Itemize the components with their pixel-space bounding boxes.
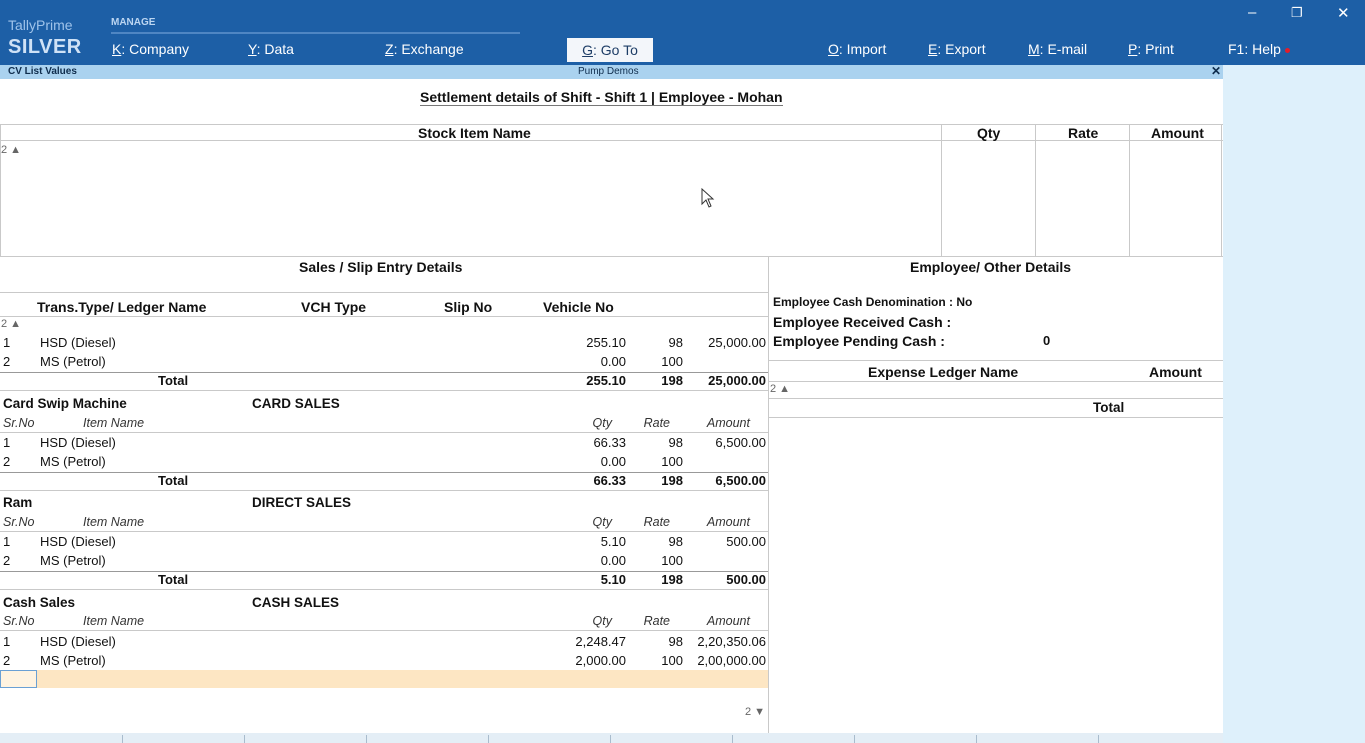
entry-input[interactable]: [0, 670, 37, 688]
minimize-icon[interactable]: –: [1248, 4, 1256, 21]
top-menu-bar: TallyPrime SILVER MANAGE K: Company Y: D…: [0, 0, 1365, 65]
vch-type: DIRECT SALES: [252, 495, 352, 510]
menu-data[interactable]: Y: Data: [248, 41, 294, 57]
ledger-name: Card Swip Machine: [3, 396, 127, 411]
ledger-name: Cash Sales: [3, 595, 76, 610]
col-rate: Rate: [643, 515, 670, 529]
col-vehicle-no: Vehicle No: [543, 299, 614, 315]
col-qty: Qty: [592, 416, 612, 430]
menu-export[interactable]: E: Export: [928, 41, 986, 57]
col-item-name: Item Name: [83, 614, 145, 628]
scroll-up-indicator: 2 ▲: [1, 318, 22, 330]
col-rate: Rate: [643, 416, 670, 430]
stock-header-qty: Qty: [977, 125, 1001, 141]
page-title: Settlement details of Shift - Shift 1 | …: [420, 89, 783, 106]
expense-header-amount: Amount: [1149, 364, 1202, 380]
col-ledger-name: Trans.Type/ Ledger Name: [37, 299, 207, 315]
pending-cash-label: Employee Pending Cash :: [773, 333, 945, 349]
expense-total-label: Total: [1093, 400, 1125, 415]
col-amount: Amount: [706, 416, 750, 430]
report-name: CV List Values: [8, 66, 77, 77]
brand-edition: SILVER: [8, 36, 82, 58]
vch-type: CARD SALES: [252, 396, 340, 411]
col-qty: Qty: [592, 614, 612, 628]
scroll-down-indicator: 2 ▼: [745, 706, 766, 718]
employee-section-title: Employee/ Other Details: [910, 259, 1072, 275]
menu-import[interactable]: O: Import: [828, 41, 886, 57]
col-qty: Qty: [592, 515, 612, 529]
bottom-button-bar: [0, 733, 1223, 743]
col-sr-no: Sr.No: [3, 416, 35, 430]
manage-label: MANAGE: [111, 17, 156, 28]
vch-type: CASH SALES: [252, 595, 340, 610]
ledger-name: Ram: [3, 495, 33, 510]
company-name: Pump Demos: [578, 66, 639, 77]
close-icon[interactable]: ✕: [1337, 4, 1350, 22]
goto-button[interactable]: G: Go To: [567, 38, 653, 62]
menu-email[interactable]: M: E-mail: [1028, 41, 1087, 57]
scroll-up-indicator: 2 ▲: [770, 383, 791, 395]
pending-cash-value: 0: [1043, 333, 1051, 348]
notification-dot-icon: [1284, 47, 1290, 53]
stock-header-rate: Rate: [1068, 125, 1099, 141]
received-cash-label: Employee Received Cash :: [773, 314, 952, 330]
expense-header-name: Expense Ledger Name: [868, 364, 1019, 380]
stock-header-amount: Amount: [1151, 125, 1204, 141]
col-sr-no: Sr.No: [3, 515, 35, 529]
cash-denomination-label: Employee Cash Denomination : No: [773, 295, 973, 309]
report-body: Settlement details of Shift - Shift 1 | …: [0, 79, 1223, 743]
col-item-name: Item Name: [83, 515, 145, 529]
report-close-icon[interactable]: ✕: [1211, 64, 1221, 78]
col-sr-no: Sr.No: [3, 614, 35, 628]
col-slip-no: Slip No: [444, 299, 493, 315]
stock-header-name: Stock Item Name: [418, 125, 531, 141]
right-button-panel: [1223, 65, 1365, 743]
col-item-name: Item Name: [83, 416, 145, 430]
mouse-pointer-icon: [701, 188, 715, 208]
col-rate: Rate: [643, 614, 670, 628]
menu-company[interactable]: K: Company: [112, 41, 189, 57]
sales-section-title: Sales / Slip Entry Details: [299, 259, 463, 275]
col-amount: Amount: [706, 515, 750, 529]
report-title-bar: CV List Values Pump Demos ✕: [0, 64, 1223, 79]
menu-help[interactable]: F1: Help: [1228, 41, 1290, 57]
menu-print[interactable]: P: Print: [1128, 41, 1174, 57]
menu-exchange[interactable]: Z: Exchange: [385, 41, 464, 57]
col-amount: Amount: [706, 614, 750, 628]
scroll-up-indicator: 2 ▲: [1, 144, 22, 156]
restore-icon[interactable]: ❐: [1291, 5, 1303, 21]
col-vch-type: VCH Type: [301, 299, 367, 315]
current-entry-row[interactable]: [0, 670, 768, 688]
manage-divider: [111, 32, 520, 34]
brand-name: TallyPrime: [8, 17, 73, 33]
